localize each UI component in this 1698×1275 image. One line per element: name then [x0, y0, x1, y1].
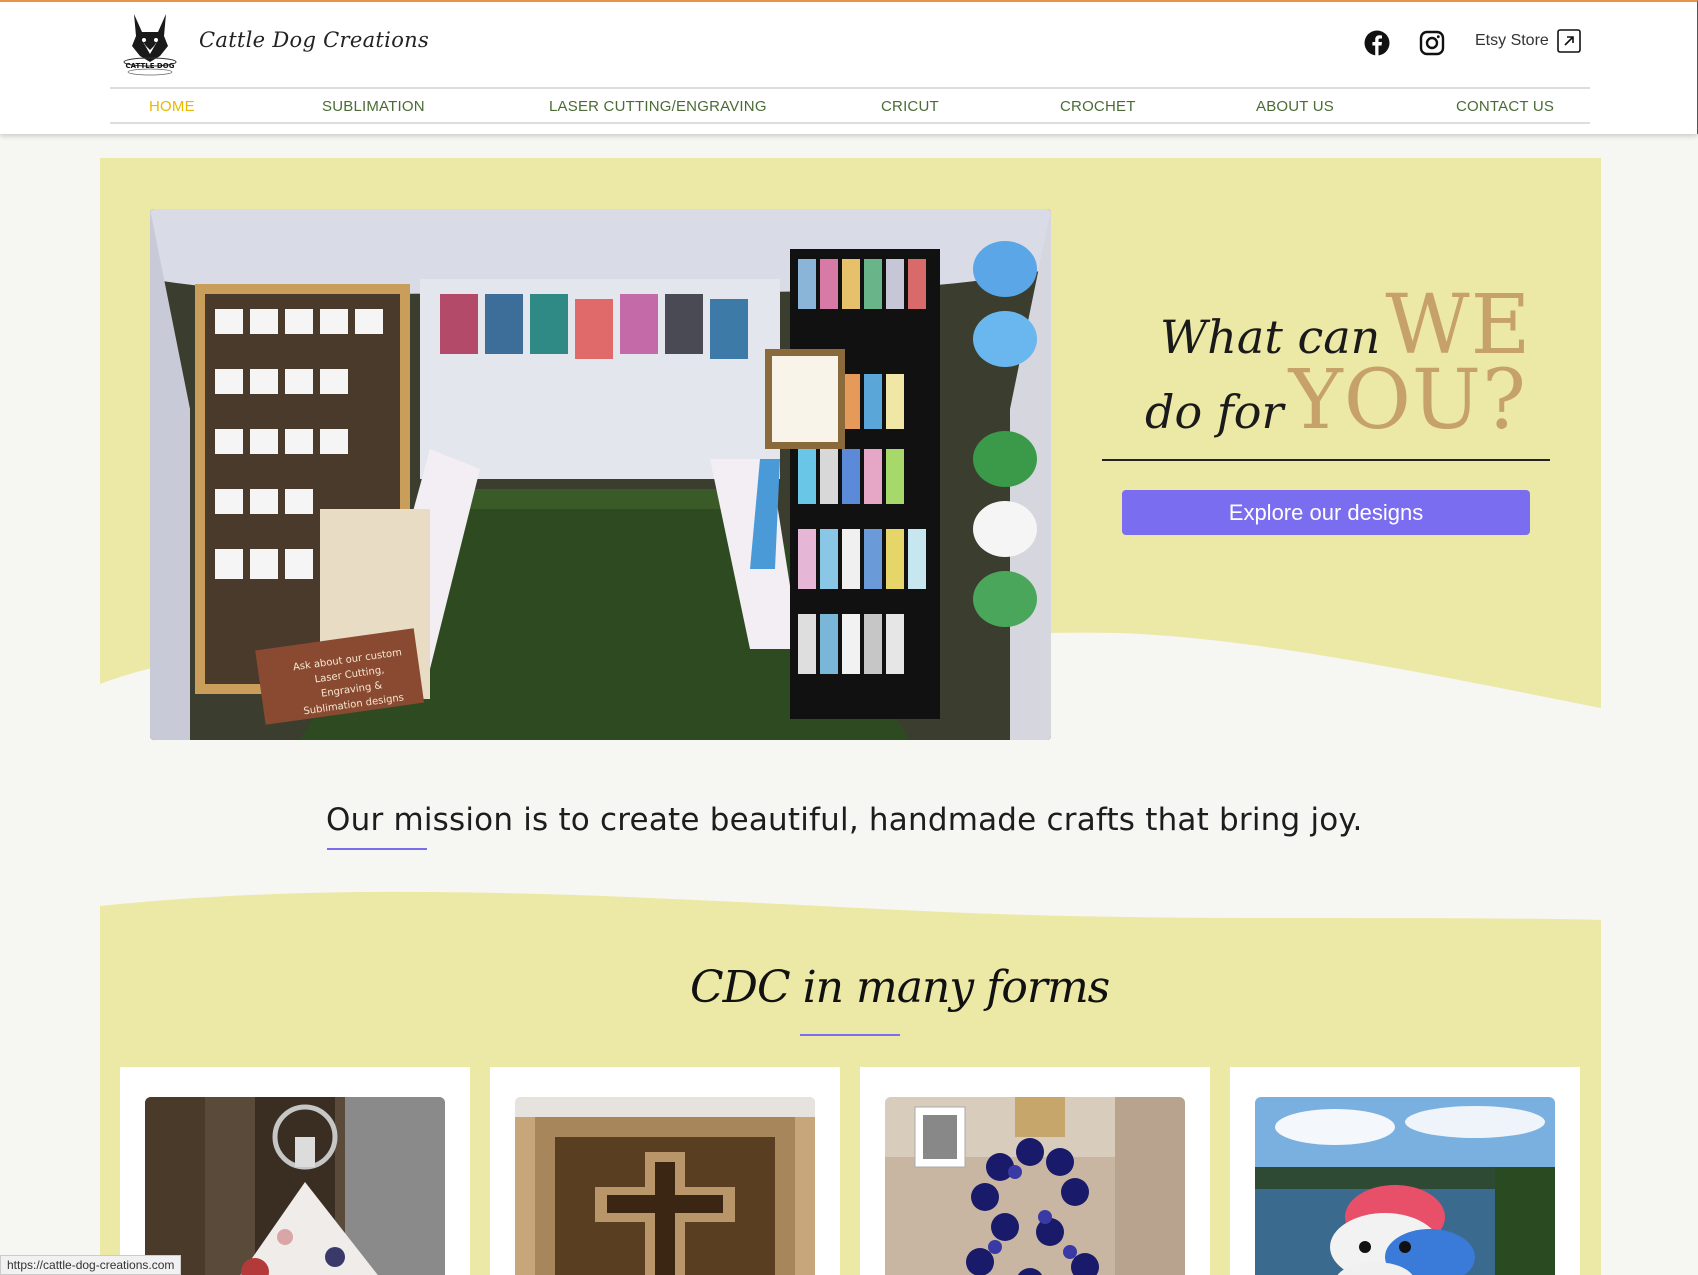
- external-link-icon: [1557, 29, 1581, 53]
- craft-booth-photo: Ask about our custom Laser Cutting, Engr…: [150, 209, 1051, 740]
- nav-item-laser-cutting[interactable]: LASER CUTTING/ENGRAVING: [549, 98, 767, 115]
- instagram-icon[interactable]: [1419, 30, 1445, 56]
- forms-title-underline: [800, 1034, 900, 1036]
- forms-section-title: CDC in many forms: [690, 962, 1110, 1013]
- product-image: [515, 1097, 815, 1275]
- mission-statement: Our mission is to create beautiful, hand…: [326, 802, 1363, 838]
- etsy-store-link[interactable]: Etsy Store: [1475, 29, 1581, 53]
- explore-designs-button[interactable]: Explore our designs: [1122, 490, 1530, 535]
- status-bar-url: https://cattle-dog-creations.com: [0, 1255, 182, 1275]
- hero-heading: What can WE do for YOU?: [1100, 268, 1560, 448]
- hero-divider: [1102, 459, 1550, 461]
- cattle-dog-logo[interactable]: CATTLE DOG: [120, 10, 180, 76]
- mission-underline: [327, 848, 427, 850]
- product-image: [885, 1097, 1185, 1275]
- product-card[interactable]: [120, 1067, 470, 1275]
- etsy-store-label: Etsy Store: [1475, 32, 1549, 49]
- nav-item-about-us[interactable]: ABOUT US: [1256, 98, 1334, 115]
- product-image: [145, 1097, 445, 1275]
- nav-item-sublimation[interactable]: SUBLIMATION: [322, 98, 425, 115]
- site-title[interactable]: Cattle Dog Creations: [199, 28, 429, 52]
- product-card[interactable]: [860, 1067, 1210, 1275]
- nav-item-contact-us[interactable]: CONTACT US: [1456, 98, 1554, 115]
- nav-item-crochet[interactable]: CROCHET: [1060, 98, 1136, 115]
- product-card[interactable]: [490, 1067, 840, 1275]
- facebook-icon[interactable]: [1364, 30, 1390, 56]
- site-header: CATTLE DOG Cattle Dog Creations Etsy Sto…: [0, 0, 1698, 134]
- nav-item-cricut[interactable]: CRICUT: [881, 98, 939, 115]
- nav-item-home[interactable]: HOME: [149, 98, 195, 115]
- product-image: [1255, 1097, 1555, 1275]
- product-card[interactable]: [1230, 1067, 1580, 1275]
- hero-line2-big: YOU?: [1288, 353, 1528, 448]
- main-nav: HOME SUBLIMATION LASER CUTTING/ENGRAVING…: [110, 87, 1590, 124]
- hero-line2-small: do for: [1145, 385, 1284, 439]
